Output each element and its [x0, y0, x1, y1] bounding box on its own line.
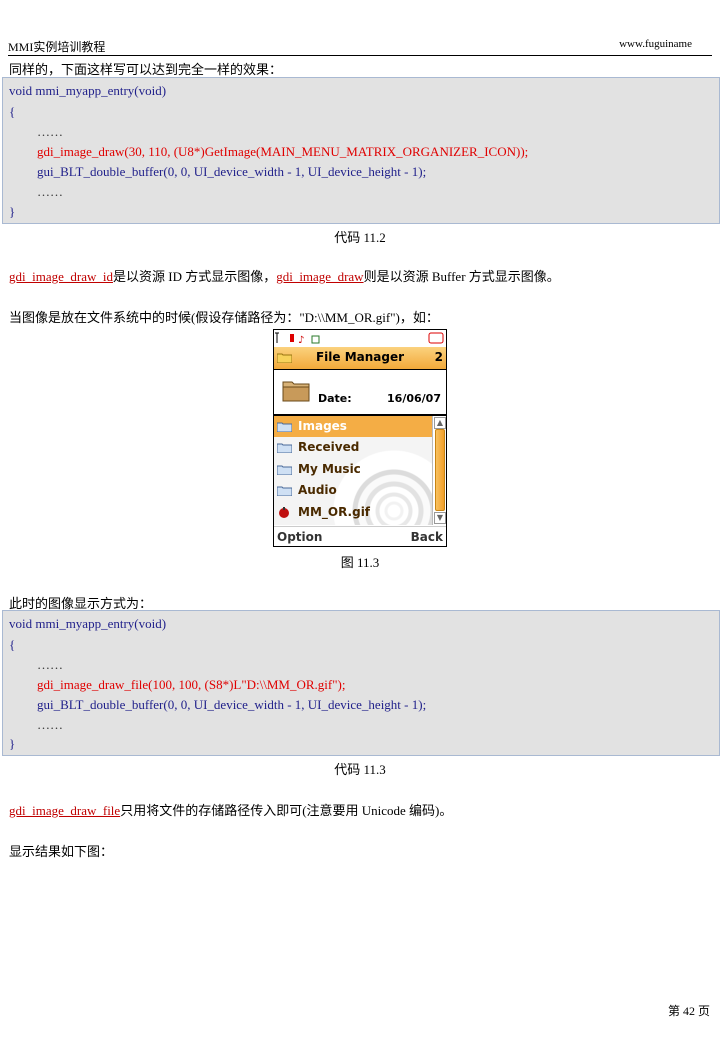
- paragraph-text: 则是以资源 Buffer 方式显示图像。: [363, 269, 560, 284]
- code-block-11-3: void mmi_myapp_entry(void) { …… gdi_imag…: [2, 610, 720, 756]
- option-softkey[interactable]: Option: [277, 530, 322, 544]
- code-line: gdi_image_draw(30, 110, (U8*)GetImage(MA…: [37, 144, 529, 159]
- phone-title-count: 2: [434, 350, 443, 364]
- big-folder-icon: [282, 381, 310, 402]
- paragraph-text: 只用将文件的存储路径传入即可(注意要用 Unicode 编码)。: [120, 803, 453, 818]
- image-file-icon: [279, 507, 289, 518]
- code-line: void mmi_myapp_entry(void): [9, 83, 167, 98]
- code-line: gui_BLT_double_buffer(0, 0, UI_device_wi…: [37, 697, 427, 712]
- caption-code-11-3: 代码 11.3: [334, 762, 386, 777]
- page-header: MMI实例培训教程 www.fuguiname: [8, 36, 712, 56]
- code-line: ……: [37, 124, 63, 139]
- paragraph-file-path: 当图像是放在文件系统中的时候(假设存储路径为："D:\\MM_OR.gif")，…: [9, 310, 439, 325]
- list-item-label: Received: [298, 440, 360, 454]
- list-item-label: Images: [298, 419, 347, 433]
- list-item-my-music[interactable]: My Music: [274, 459, 432, 480]
- folder-icon: [277, 443, 292, 453]
- caption-figure-11-3: 图 11.3: [340, 555, 380, 570]
- folder-icon: [277, 422, 292, 432]
- code-line: ……: [37, 184, 63, 199]
- date-label: Date:: [318, 392, 352, 405]
- header-url: www.fuguiname: [619, 38, 692, 50]
- folder-icon: [277, 465, 292, 475]
- svg-text:♪: ♪: [298, 335, 304, 346]
- code-line: {: [9, 104, 16, 119]
- code-line: }: [9, 736, 16, 751]
- list-item-images[interactable]: Images: [274, 416, 432, 437]
- back-softkey[interactable]: Back: [411, 530, 443, 544]
- list-item-label: MM_OR.gif: [298, 505, 371, 519]
- code-line: gui_BLT_double_buffer(0, 0, UI_device_wi…: [37, 164, 427, 179]
- softkey-bar: Option Back: [274, 526, 446, 546]
- code-line: {: [9, 637, 16, 652]
- header-title: MMI实例培训教程: [8, 40, 106, 54]
- list-item-received[interactable]: Received: [274, 437, 432, 458]
- code-line: ……: [37, 657, 63, 672]
- scrollbar[interactable]: ▲ ▼: [432, 416, 446, 525]
- phone-title-bar: File Manager 2: [274, 347, 446, 370]
- paragraph-result: 显示结果如下图：: [9, 844, 114, 859]
- function-link[interactable]: gdi_image_draw_id: [9, 269, 113, 284]
- code-line: void mmi_myapp_entry(void): [9, 616, 167, 631]
- function-link[interactable]: gdi_image_draw_file: [9, 803, 120, 818]
- paragraph-text: 是以资源 ID 方式显示图像，: [112, 269, 277, 284]
- folder-info: Date: 16/06/07: [274, 370, 446, 416]
- folder-icon: [277, 486, 292, 496]
- paragraph-intro: 同样的，下面这样写可以达到完全一样的效果：: [9, 62, 283, 77]
- paragraph-draw-file: gdi_image_draw_file只用将文件的存储路径传入即可(注意要用 U…: [9, 800, 452, 819]
- function-link[interactable]: gdi_image_draw: [276, 269, 363, 284]
- date-value: 16/06/07: [387, 392, 441, 405]
- scroll-down-icon[interactable]: ▼: [434, 512, 446, 524]
- scroll-thumb[interactable]: [435, 429, 445, 511]
- code-line: }: [9, 204, 16, 219]
- caption-code-11-2: 代码 11.2: [334, 230, 386, 245]
- code-block-11-2: void mmi_myapp_entry(void) { …… gdi_imag…: [2, 77, 720, 224]
- status-icons: ♪: [275, 332, 444, 346]
- status-bar: ♪: [274, 330, 446, 346]
- file-list: Images Received My Music Audio MM_OR.gif: [274, 416, 446, 525]
- list-item-mm-or-gif[interactable]: MM_OR.gif: [274, 502, 432, 523]
- phone-screenshot: ♪ File Manager 2 Date: 16/06/07 Images R…: [273, 329, 447, 547]
- list-item-label: Audio: [298, 483, 337, 497]
- list-item-audio[interactable]: Audio: [274, 480, 432, 501]
- paragraph-draw-id: gdi_image_draw_id是以资源 ID 方式显示图像，gdi_imag…: [9, 266, 560, 285]
- code-line: gdi_image_draw_file(100, 100, (S8*)L"D:\…: [37, 677, 346, 692]
- scroll-up-icon[interactable]: ▲: [434, 417, 446, 429]
- list-item-label: My Music: [298, 462, 361, 476]
- page-number: 第 42 页: [667, 1004, 710, 1018]
- phone-title: File Manager: [315, 350, 405, 364]
- code-line: ……: [37, 717, 63, 732]
